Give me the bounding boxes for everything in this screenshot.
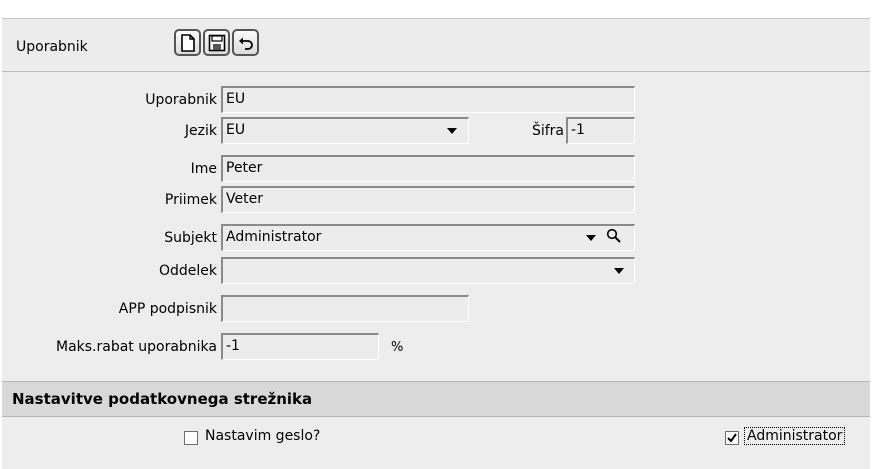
save-button[interactable] [203, 29, 230, 56]
sifra-label: Šifra [531, 123, 564, 139]
subjekt-label: Subjekt [164, 230, 217, 246]
toolbar: Uporabnik [2, 19, 870, 72]
server-settings-header: Nastavitve podatkovnega strežnika [2, 381, 870, 417]
jezik-dropdown-icon[interactable] [447, 128, 457, 134]
priimek-field[interactable]: Veter [221, 186, 635, 213]
checkmark-icon [727, 433, 737, 443]
app-podpisnik-field[interactable] [221, 295, 469, 322]
jezik-select[interactable]: EU [221, 117, 469, 144]
panel-title: Uporabnik [16, 39, 88, 55]
administrator-label: Administrator [744, 427, 846, 445]
new-button[interactable] [174, 29, 201, 56]
uporabnik-label: Uporabnik [145, 92, 217, 108]
set-password-label: Nastavim geslo? [205, 428, 321, 444]
app-podpisnik-label: APP podpisnik [118, 301, 217, 317]
ime-label: Ime [190, 161, 217, 177]
subjekt-dropdown-icon[interactable] [586, 235, 596, 241]
percent-unit: % [391, 340, 404, 355]
oddelek-label: Oddelek [158, 263, 217, 279]
undo-button[interactable] [232, 29, 259, 56]
oddelek-dropdown-icon[interactable] [614, 268, 624, 274]
uporabnik-field[interactable]: EU [221, 86, 635, 113]
server-settings-title: Nastavitve podatkovnega strežnika [12, 390, 313, 408]
set-password-checkbox[interactable] [184, 431, 198, 445]
jezik-label: Jezik [184, 123, 217, 139]
jezik-value: EU [226, 122, 246, 138]
priimek-label: Priimek [164, 192, 217, 208]
sifra-field[interactable]: -1 [566, 117, 635, 144]
maks-rabat-field[interactable]: -1 [221, 333, 379, 360]
subjekt-value: Administrator [226, 229, 322, 245]
search-icon[interactable] [606, 228, 622, 248]
subjekt-select[interactable]: Administrator [221, 224, 635, 251]
oddelek-select[interactable] [221, 257, 635, 284]
ime-field[interactable]: Peter [221, 155, 635, 182]
maks-rabat-label: Maks.rabat uporabnika [56, 339, 217, 355]
user-panel: Uporabnik Uporabnik EU Jezik EU Šifra -1… [2, 18, 870, 469]
administrator-checkbox[interactable] [725, 431, 739, 445]
